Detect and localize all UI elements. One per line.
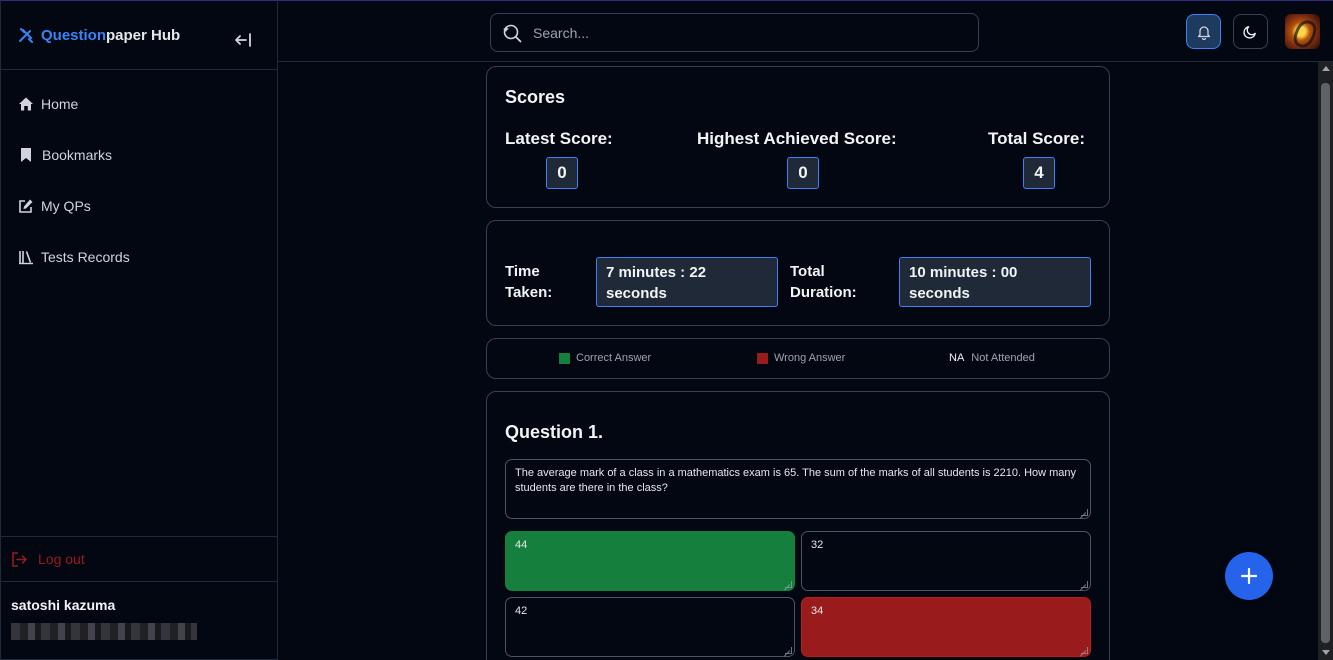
scroll-thumb[interactable] [1321, 83, 1330, 643]
legend-card: Correct Answer Wrong Answer NA Not Atten… [486, 338, 1110, 379]
sidebar-item-label: My QPs [41, 197, 91, 214]
resize-handle-icon[interactable] [1081, 581, 1088, 588]
time-card: Time Taken: 7 minutes : 22 seconds Total… [486, 220, 1110, 326]
sidebar-item-label: Tests Records [41, 248, 130, 265]
wrong-swatch [757, 352, 768, 364]
legend-wrong-label: Wrong Answer [774, 352, 846, 364]
sidebar-item-label: Home [41, 95, 79, 112]
collapse-sidebar-icon[interactable] [233, 30, 255, 50]
na-tag: NA [949, 352, 965, 364]
brand-title-part2: paper Hub [106, 26, 181, 44]
notifications-button[interactable] [1186, 14, 1221, 49]
latest-score-value: 0 [546, 157, 578, 189]
total-duration-label-line2: Duration: [790, 284, 857, 301]
home-icon [19, 97, 33, 110]
sidebar-item-bookmarks[interactable]: Bookmarks [1, 129, 277, 180]
total-duration-value-line1: 10 minutes : 00 [909, 264, 1018, 281]
brand-title[interactable]: Questionpaper Hub [41, 27, 180, 44]
highest-score-value: 0 [787, 157, 819, 189]
option-4-text: 34 [811, 605, 824, 617]
resize-handle-icon[interactable] [1081, 647, 1088, 654]
time-taken-label-line1: Time [505, 263, 540, 280]
sidebar: Questionpaper Hub Home Bookmarks My QPs … [0, 0, 278, 660]
edit-icon [19, 199, 33, 213]
app-root: Questionpaper Hub Home Bookmarks My QPs … [0, 0, 1333, 660]
option-2[interactable]: 32 [801, 531, 1091, 591]
legend-wrong: Wrong Answer [757, 352, 845, 364]
question-title: Question 1. [505, 422, 604, 442]
highest-score-label: Highest Achieved Score: [697, 129, 897, 148]
total-duration-value-line2: seconds [909, 285, 970, 302]
sidebar-nav: Home Bookmarks My QPs Tests Records [1, 70, 277, 282]
topbar [278, 0, 1333, 62]
scores-title: Scores [505, 87, 566, 107]
latest-score-label: Latest Score: [505, 129, 613, 148]
user-name: satoshi kazuma [11, 597, 116, 613]
question-text-field[interactable]: The average mark of a class in a mathema… [505, 459, 1091, 519]
time-taken-label: Time Taken: [505, 261, 552, 303]
option-1-correct[interactable]: 44 [505, 531, 795, 591]
scroll-up-arrow[interactable] [1322, 66, 1330, 71]
plus-icon [1240, 567, 1258, 585]
library-icon [19, 250, 33, 264]
sidebar-item-my-qps[interactable]: My QPs [1, 180, 277, 231]
correct-swatch [559, 352, 570, 364]
option-3-text: 42 [515, 605, 528, 617]
bookmark-icon [21, 147, 31, 162]
legend-correct-label: Correct Answer [576, 352, 652, 364]
add-button[interactable] [1225, 552, 1273, 600]
search-bar[interactable] [490, 13, 979, 52]
page-scrollbar[interactable] [1318, 62, 1333, 660]
resize-handle-icon[interactable] [785, 581, 792, 588]
bell-icon [1197, 25, 1210, 40]
time-taken-label-line2: Taken: [505, 284, 553, 301]
option-3[interactable]: 42 [505, 597, 795, 657]
avatar[interactable] [1285, 14, 1320, 49]
total-duration-label: Total Duration: [790, 261, 857, 303]
option-2-text: 32 [811, 539, 824, 551]
total-duration-value: 10 minutes : 00 seconds [899, 257, 1091, 307]
option-1-text: 44 [515, 539, 528, 551]
sidebar-item-home[interactable]: Home [1, 78, 277, 129]
option-4-wrong[interactable]: 34 [801, 597, 1091, 657]
sidebar-item-label: Bookmarks [42, 146, 113, 163]
logout-button[interactable]: Log out [1, 536, 277, 582]
logout-icon [12, 551, 27, 567]
total-score-value: 4 [1023, 157, 1055, 189]
resize-handle-icon[interactable] [785, 647, 792, 654]
legend-not-attended-label: Not Attended [971, 352, 1035, 364]
logo-icon [19, 28, 33, 43]
moon-icon [1243, 26, 1256, 39]
theme-toggle-button[interactable] [1233, 14, 1268, 49]
legend-not-attended: NA Not Attended [949, 352, 1035, 364]
user-email-redacted [11, 623, 197, 640]
scores-card: Scores Latest Score: 0 Highest Achieved … [486, 66, 1110, 208]
total-duration-label-line1: Total [790, 263, 825, 280]
question-text: The average mark of a class in a mathema… [515, 467, 1077, 494]
time-taken-value-line2: seconds [606, 285, 667, 302]
time-taken-value-line1: 7 minutes : 22 [606, 264, 707, 281]
question-card: Question 1. The average mark of a class … [486, 391, 1110, 660]
legend-correct: Correct Answer [559, 352, 651, 364]
sidebar-item-tests-records[interactable]: Tests Records [1, 231, 277, 282]
resize-handle-icon[interactable] [1081, 509, 1088, 516]
logout-label: Log out [38, 551, 85, 567]
total-score-label: Total Score: [988, 129, 1085, 148]
search-input[interactable] [533, 24, 953, 41]
scroll-down-arrow[interactable] [1322, 650, 1330, 655]
brand-title-part1: Question [41, 26, 107, 44]
time-taken-value: 7 minutes : 22 seconds [596, 257, 778, 307]
search-icon [503, 24, 522, 42]
